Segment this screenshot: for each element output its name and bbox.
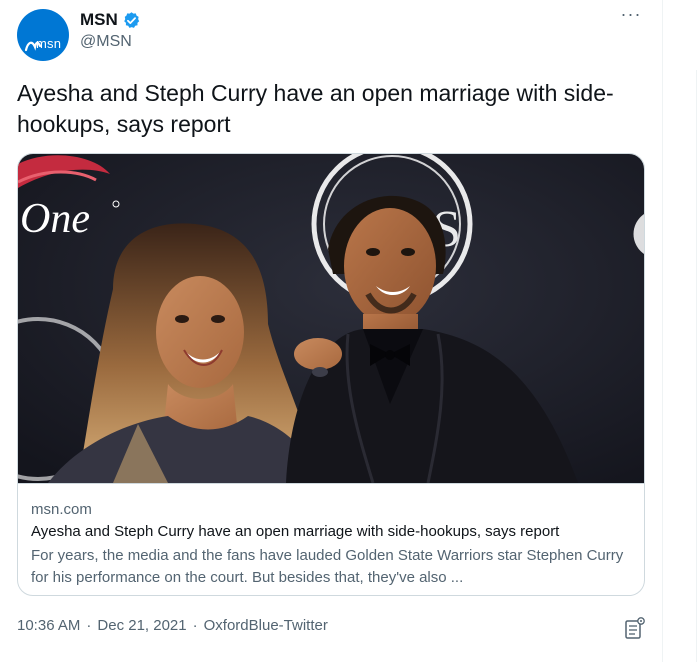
more-icon[interactable]: ··· [617,5,645,28]
card-image[interactable]: One S [18,154,644,483]
verified-badge-icon [123,11,139,28]
tweet-text: Ayesha and Steph Curry have an open marr… [17,80,614,137]
card-title[interactable]: Ayesha and Steph Curry have an open marr… [31,523,559,540]
link-preview-card[interactable]: One S msn.com Ayesha and Steph Curry hav… [17,153,645,596]
tweet-source[interactable]: OxfordBlue-Twitter [204,617,328,634]
meta-separator: · [86,617,92,634]
avatar[interactable]: msn [17,9,69,61]
author-handle[interactable]: @MSN [80,33,132,51]
analytics-icon[interactable] [624,616,646,640]
tweet-meta: 10:36 AM · Dec 21, 2021 · OxfordBlue-Twi… [17,617,328,634]
column-divider [662,0,663,662]
card-description: For years, the media and the fans have l… [31,547,624,586]
card-body[interactable]: msn.com Ayesha and Steph Curry have an o… [18,483,644,595]
side-column-divider [696,70,697,662]
backdrop-logo-text: One [20,196,90,242]
card-domain: msn.com [31,501,92,518]
author-name-row[interactable]: MSN [80,10,141,30]
display-name[interactable]: MSN [80,10,118,30]
avatar-logo-text: msn [36,36,62,51]
tweet-date[interactable]: Dec 21, 2021 [97,617,186,634]
tweet-time[interactable]: 10:36 AM [17,617,80,634]
meta-separator: · [192,617,198,634]
